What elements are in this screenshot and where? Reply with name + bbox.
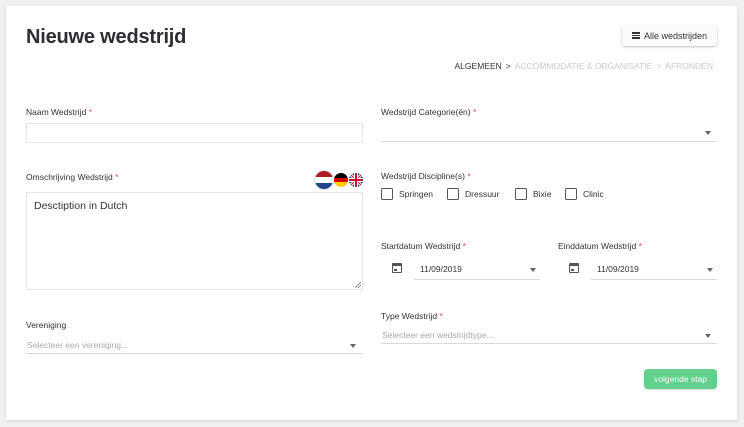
- step-finish[interactable]: AFRONDEN: [665, 61, 713, 71]
- chevron-down-icon: [530, 268, 536, 272]
- description-label: Omschrijving Wedstrijd *: [26, 172, 119, 182]
- form-card: Nieuwe wedstrijd Alle wedstrijden ALGEME…: [6, 6, 737, 420]
- checkbox-icon[interactable]: [565, 188, 577, 200]
- end-date-value: 11/09/2019: [597, 264, 639, 274]
- de-flag-icon[interactable]: [334, 173, 348, 187]
- type-label: Type Wedstrijd *: [381, 311, 443, 321]
- start-date-value: 11/09/2019: [420, 264, 462, 274]
- all-competitions-label: Alle wedstrijden: [643, 30, 707, 41]
- discipline-checkbox-dressuur[interactable]: Dressuur: [447, 188, 499, 200]
- step-accommodation[interactable]: ACCOMMODATIE & ORGANISATIE: [515, 61, 653, 71]
- step-separator: >: [656, 61, 662, 71]
- discipline-checkbox-bixie[interactable]: Bixie: [515, 188, 551, 200]
- gb-flag-icon[interactable]: [349, 173, 363, 187]
- end-date-label: Einddatum Wedstrijd *: [558, 241, 642, 251]
- type-placeholder: Selecteer een wedstrijdtype...: [382, 330, 494, 340]
- chevron-down-icon: [705, 334, 711, 338]
- discipline-checkbox-clinic[interactable]: Clinic: [565, 188, 604, 200]
- description-textarea[interactable]: Desctiption in Dutch: [26, 192, 363, 290]
- checkbox-icon[interactable]: [515, 188, 527, 200]
- discipline-checkbox-springen[interactable]: Springen: [381, 188, 433, 200]
- disciplines-label: Wedstrijd Discipline(s) *: [381, 171, 471, 181]
- step-separator: >: [505, 61, 511, 71]
- resize-handle-icon[interactable]: [355, 282, 361, 288]
- association-placeholder: Selecteer een vereniging...: [27, 340, 129, 350]
- description-value: Desctiption in Dutch: [34, 200, 128, 212]
- nl-flag-icon[interactable]: [315, 171, 333, 189]
- name-label: Naam Wedstrijd *: [26, 107, 92, 117]
- category-select[interactable]: [381, 124, 717, 142]
- association-label: Vereniging: [26, 320, 67, 330]
- start-date-label: Startdatum Wedstrijd *: [381, 241, 466, 251]
- next-step-button[interactable]: volgende stap: [644, 369, 717, 389]
- calendar-icon[interactable]: [569, 263, 579, 273]
- name-input[interactable]: [26, 123, 363, 143]
- checkbox-icon[interactable]: [381, 188, 393, 200]
- chevron-down-icon: [350, 344, 356, 348]
- chevron-down-icon: [707, 268, 713, 272]
- calendar-icon[interactable]: [392, 263, 402, 273]
- chevron-down-icon: [705, 131, 711, 135]
- breadcrumb: ALGEMEEN > ACCOMMODATIE & ORGANISATIE > …: [455, 61, 713, 71]
- page-title: Nieuwe wedstrijd: [26, 26, 187, 48]
- list-icon: [631, 31, 640, 40]
- category-label: Wedstrijd Categorie(ën) *: [381, 107, 477, 117]
- checkbox-icon[interactable]: [447, 188, 459, 200]
- all-competitions-button[interactable]: Alle wedstrijden: [621, 25, 717, 46]
- step-general[interactable]: ALGEMEEN: [455, 61, 502, 71]
